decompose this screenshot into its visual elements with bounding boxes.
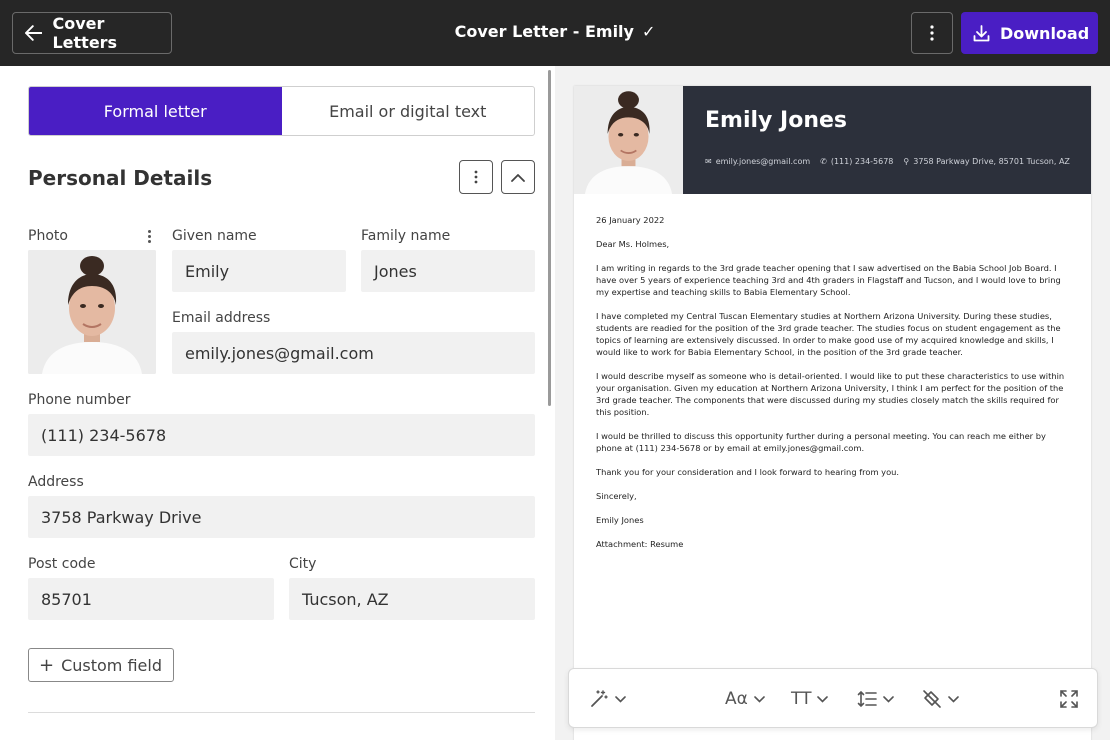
font-icon: Aα [725,689,748,709]
expand-icon [1060,690,1078,708]
email-label: Email address [172,310,271,326]
letter-preview: Emily Jones ✉ emily.jones@gmail.com ✆ (111… [574,86,1091,740]
letter-body: 26 January 2022 Dear Ms. Holmes, I am wr… [596,214,1066,562]
chevron-down-icon [948,695,959,703]
given-name-label: Given name [172,228,257,244]
editor-scrollbar[interactable] [548,70,551,406]
chevron-up-icon [511,173,525,182]
section-options-button[interactable] [459,160,493,194]
download-icon [973,24,990,41]
ai-assist-dropdown[interactable] [589,687,626,711]
letter-signature: Emily Jones [596,515,644,525]
photo-upload[interactable] [28,250,156,374]
address-input[interactable]: 3758 Parkway Drive [28,496,535,538]
line-spacing-icon [857,690,877,708]
letter-contacts: ✉ emily.jones@gmail.com ✆ (111) 234-5678 ⚲… [705,157,1070,166]
color-dropdown[interactable] [922,687,959,711]
city-input[interactable]: Tucson, AZ [289,578,535,620]
address-label: Address [28,474,84,490]
letter-address: 3758 Parkway Drive, 85701 Tucson, AZ [913,157,1070,166]
more-vertical-icon [474,170,478,184]
custom-field-label: Custom field [61,655,162,675]
phone-label: Phone number [28,392,131,408]
letter-paragraph: I have completed my Central Tuscan Eleme… [596,311,1061,357]
collapse-section-button[interactable] [501,160,535,194]
color-fill-icon [923,690,941,708]
mail-icon: ✉ [705,157,712,166]
tab-formal-letter[interactable]: Formal letter [29,87,282,135]
letter-header: Emily Jones ✉ emily.jones@gmail.com ✆ (111… [574,86,1091,194]
letter-paragraph: I would describe myself as someone who i… [596,371,1065,417]
email-input[interactable]: emily.jones@gmail.com [172,332,535,374]
postcode-input[interactable]: 85701 [28,578,274,620]
letter-paragraph: Thank you for your consideration and I l… [596,467,900,477]
letter-closing: Sincerely, [596,491,637,501]
format-toolbar: Aα TT [568,668,1098,728]
phone-input[interactable]: (111) 234-5678 [28,414,535,456]
phone-icon: ✆ [820,157,827,166]
letter-type-toggle: Formal letter Email or digital text [28,86,535,136]
family-name-input[interactable]: Jones [361,250,535,292]
plus-icon: + [39,654,55,676]
letter-photo [574,86,683,194]
postcode-label: Post code [28,556,96,572]
letter-date: 26 January 2022 [596,215,665,225]
chevron-down-icon [817,695,829,703]
check-icon: ✓ [641,22,656,41]
editor-panel: Formal letter Email or digital text Pers… [0,66,555,740]
family-name-label: Family name [361,228,451,244]
letter-paragraph: I would be thrilled to discuss this oppo… [596,431,1046,453]
more-vertical-icon [930,25,934,41]
chevron-down-icon [615,695,626,703]
top-bar: Cover Letters Cover Letter - Emily ✓ Down… [0,0,1110,66]
letter-attachment: Attachment: Resume [596,539,684,549]
line-spacing-dropdown[interactable] [857,687,894,711]
location-icon: ⚲ [903,157,910,166]
back-button-label: Cover Letters [52,14,118,52]
divider [28,712,535,713]
chevron-down-icon [883,695,894,703]
text-size-icon: TT [791,689,812,709]
section-title: Personal Details [28,166,213,190]
download-button-label: Download [1000,23,1090,43]
preview-panel: Emily Jones ✉ emily.jones@gmail.com ✆ (111… [555,66,1110,740]
more-options-button[interactable] [911,12,953,54]
letter-paragraph: I am writing in regards to the 3rd grade… [596,263,1061,297]
photo-label: Photo [28,228,68,244]
letter-phone: (111) 234-5678 [830,157,894,166]
letter-greeting: Dear Ms. Holmes, [596,239,670,249]
fullscreen-button[interactable] [1060,687,1078,711]
magic-wand-icon [591,690,608,707]
given-name-input[interactable]: Emily [172,250,346,292]
arrow-left-icon [25,25,43,41]
back-button[interactable]: Cover Letters [12,12,172,54]
tab-email-digital-text[interactable]: Email or digital text [282,87,535,135]
city-label: City [289,556,317,572]
chevron-down-icon [754,695,765,703]
profile-photo [28,250,156,374]
font-dropdown[interactable]: Aα [725,687,765,711]
letter-name: Emily Jones [705,108,848,133]
add-custom-field-button[interactable]: + Custom field [28,648,174,682]
photo-options-button[interactable] [144,228,154,244]
document-title-text: Cover Letter - Emily [454,22,634,41]
download-button[interactable]: Download [961,12,1098,54]
letter-email: emily.jones@gmail.com [715,157,811,166]
text-size-dropdown[interactable]: TT [791,687,829,711]
